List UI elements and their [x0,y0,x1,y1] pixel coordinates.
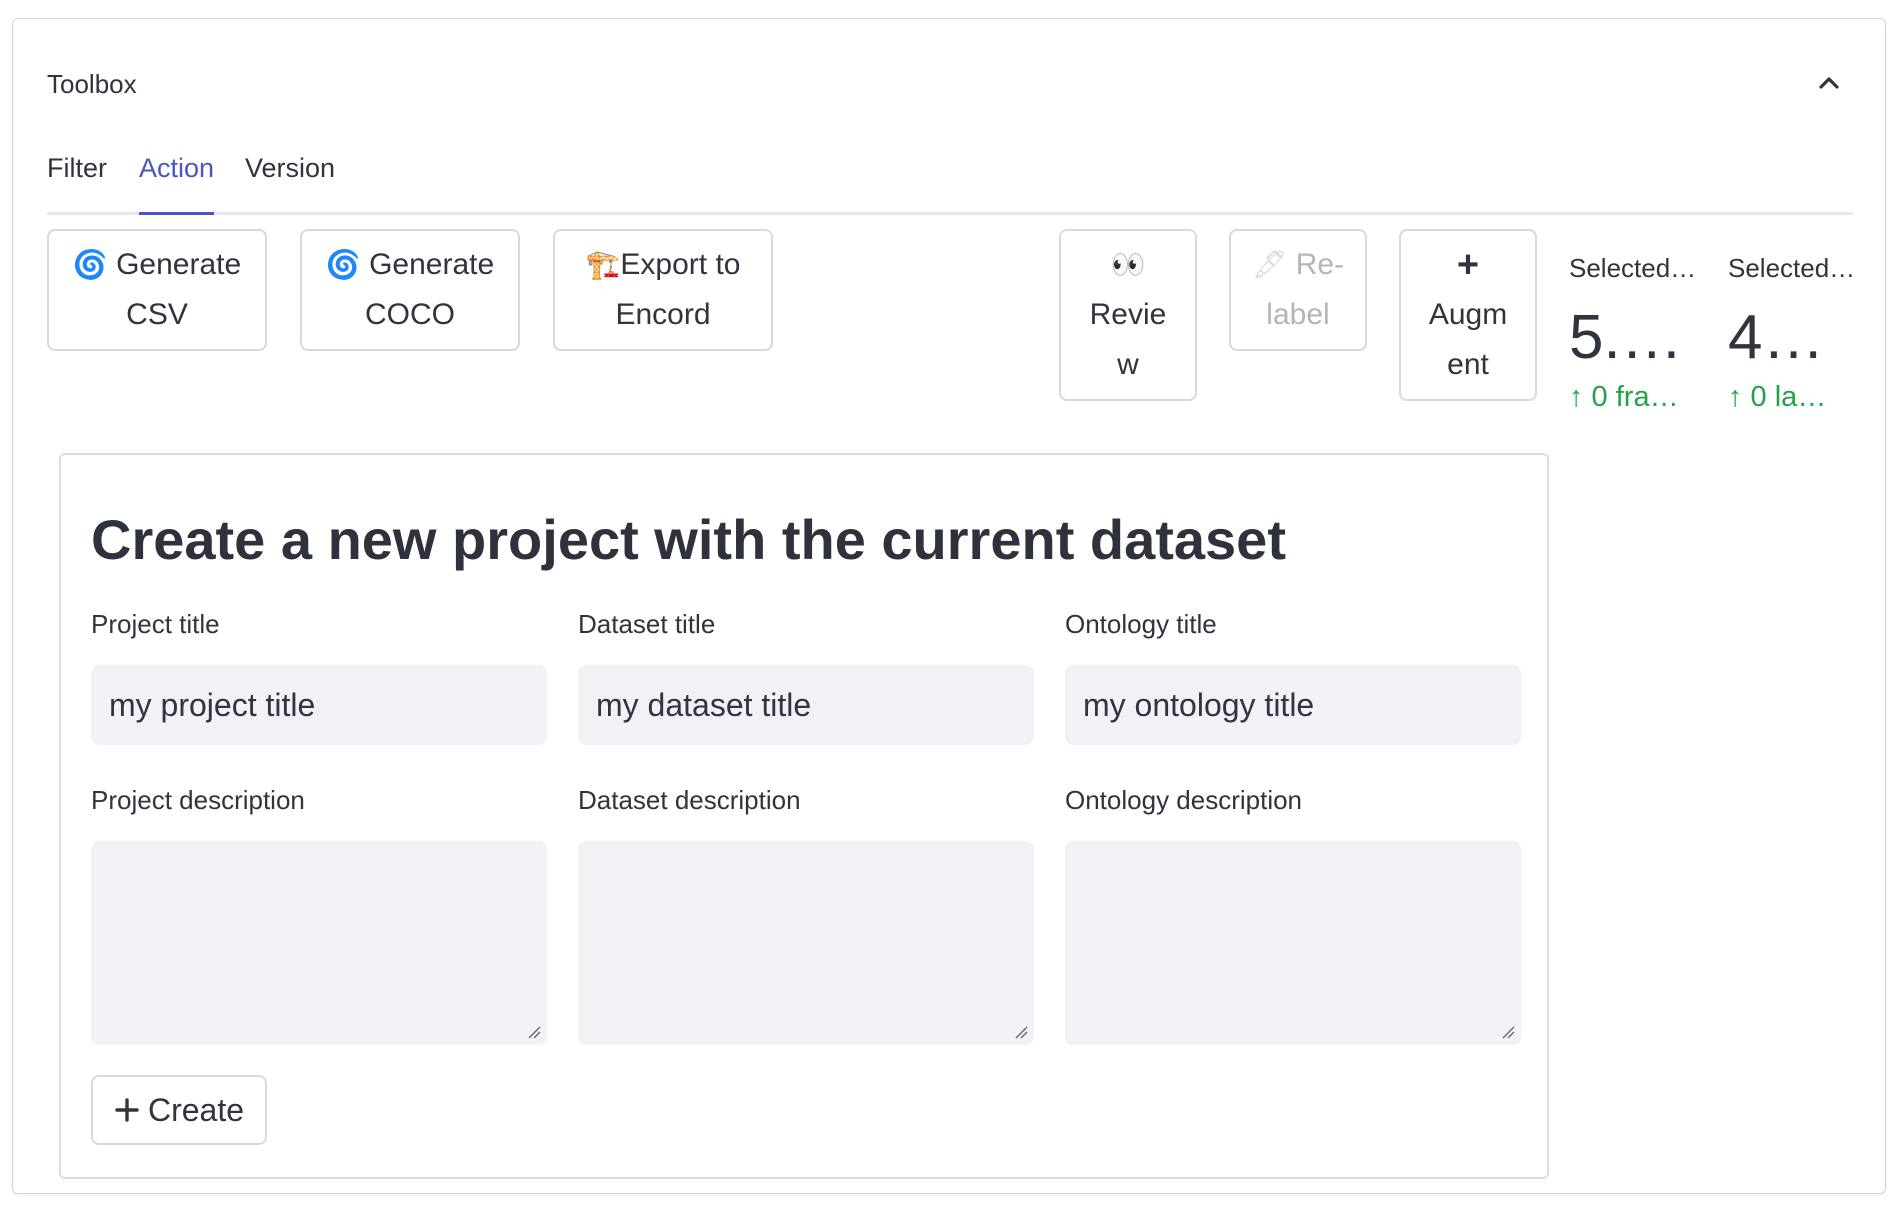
button-label-line2: CSV [126,298,188,331]
button-label-line2: w [1117,348,1139,381]
button-label-line2: COCO [365,298,455,331]
eyes-icon: 👀 [1110,249,1146,280]
tab-version[interactable]: Version [245,153,335,212]
ontology-title-input[interactable]: my ontology title [1065,665,1521,745]
button-label-line1: Export to [620,248,741,281]
dataset-title-input[interactable]: my dataset title [578,665,1034,745]
resize-handle-icon[interactable] [1501,1025,1515,1039]
metric-value: 4… [1728,303,1825,372]
relabel-button[interactable]: 🖋 Re- label [1229,229,1367,351]
chevron-up-icon[interactable] [1813,67,1845,99]
generate-coco-button[interactable]: 🌀 Generate COCO [300,229,520,351]
metric-label: Selected… [1728,253,1856,283]
button-label-line1: Revie [1089,298,1167,331]
toolbox-expander: Toolbox Filter Action Version 🌀 Generate… [12,18,1886,1194]
ontology-description-textarea[interactable] [1065,841,1521,1045]
expander-title[interactable]: Toolbox [47,69,137,100]
plus-icon: + [1456,244,1480,286]
pen-icon: 🖋 [1251,249,1288,280]
resize-handle-icon[interactable] [527,1025,541,1039]
ontology-description-label: Ontology description [1065,785,1303,815]
button-label-line2: label [1266,298,1330,331]
dataset-description-textarea[interactable] [578,841,1034,1045]
tab-filter[interactable]: Filter [47,153,107,212]
create-button-label: Create [147,1091,245,1128]
button-label-line1: Generate [116,248,242,281]
button-label-line2: ent [1447,348,1489,381]
project-description-label: Project description [91,785,305,815]
project-title-input[interactable]: my project title [91,665,547,745]
cyclone-icon: 🌀 [325,249,361,280]
create-project-form: Create a new project with the current da… [59,453,1549,1179]
metric-value: 5.… [1569,303,1683,372]
create-button[interactable]: Create [91,1075,267,1145]
dataset-description-label: Dataset description [578,785,801,815]
button-label-line2: Encord [615,298,711,331]
button-label-line1: Generate [369,248,495,281]
metric-label: Selected… [1569,253,1697,283]
tab-bar: Filter Action Version [47,131,1853,215]
ontology-title-label: Ontology title [1065,609,1217,639]
dataset-title-label: Dataset title [578,609,716,639]
metric-delta: ↑ 0 fra… [1569,381,1679,413]
plus-icon [115,1098,139,1122]
project-title-label: Project title [91,609,220,639]
tab-action[interactable]: Action [139,153,215,215]
metric-selected-labels: Selected… 4… ↑ 0 la… [1728,253,1876,414]
construction-icon: 🏗️ [585,249,621,280]
export-to-encord-button[interactable]: 🏗️Export to Encord [553,229,773,351]
augment-button[interactable]: + Augm ent [1399,229,1537,401]
project-description-textarea[interactable] [91,841,547,1045]
button-label-line1: Re- [1295,248,1345,281]
metric-selected-frames: Selected… 5.… ↑ 0 fra… [1569,253,1717,414]
generate-csv-button[interactable]: 🌀 Generate CSV [47,229,267,351]
review-button[interactable]: 👀 Revie w [1059,229,1197,401]
form-title: Create a new project with the current da… [91,508,1286,571]
metric-delta: ↑ 0 la… [1728,381,1827,413]
cyclone-icon: 🌀 [72,249,108,280]
resize-handle-icon[interactable] [1014,1025,1028,1039]
button-label-line1: Augm [1428,298,1508,331]
